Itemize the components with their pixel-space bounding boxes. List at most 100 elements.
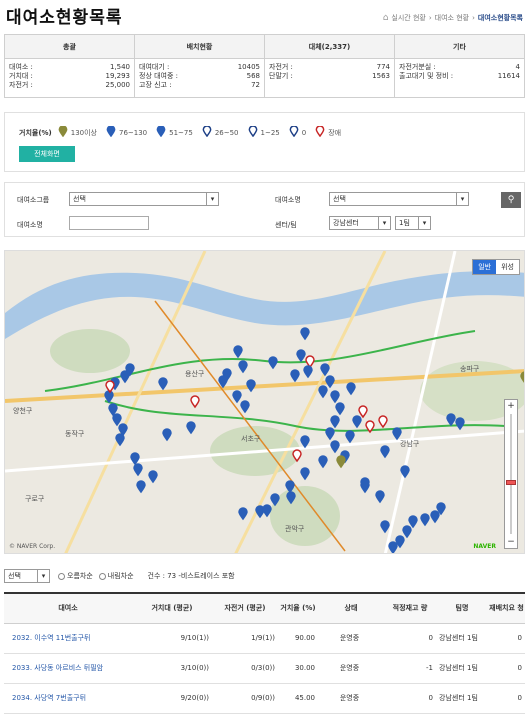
station-marker[interactable]	[240, 400, 250, 414]
station-marker[interactable]	[238, 507, 248, 521]
station-marker[interactable]	[335, 402, 345, 416]
station-marker[interactable]	[375, 490, 385, 504]
table-header[interactable]: 상태	[318, 593, 384, 624]
station-marker[interactable]	[133, 463, 143, 477]
station-marker[interactable]	[148, 470, 158, 484]
station-group-select[interactable]: 선택 ▾	[69, 192, 219, 206]
zoom-control: + −	[504, 399, 518, 549]
station-marker[interactable]	[162, 428, 172, 442]
center-select[interactable]: 강남센터 ▾	[329, 216, 391, 230]
breadcrumb-item[interactable]: 실시간 현황	[391, 13, 425, 23]
station-marker[interactable]	[358, 405, 368, 419]
station-marker[interactable]	[233, 345, 243, 359]
stats-summary-table: 총괄 배치현황 대체(2,337) 기타 대여소 : 1,540 거치대 : 19,…	[4, 34, 525, 98]
station-marker[interactable]	[380, 520, 390, 534]
station-marker[interactable]	[318, 385, 328, 399]
station-marker[interactable]	[455, 417, 465, 431]
station-name-link[interactable]: 2033. 사당동 아르비스 뒤필암	[4, 653, 132, 684]
station-name-link[interactable]: 2034. 사당역 7번출구뒤	[4, 683, 132, 714]
sort-select[interactable]: 선택 ▾	[4, 569, 50, 583]
place-label: 송파구	[460, 364, 480, 373]
zoom-track[interactable]	[510, 414, 512, 534]
table-header[interactable]: 거치율 (%)	[278, 593, 318, 624]
naver-logo: NAVER	[473, 543, 496, 550]
station-marker[interactable]	[296, 349, 306, 363]
station-marker[interactable]	[112, 413, 122, 427]
map-pin-icon	[315, 126, 325, 139]
station-marker[interactable]	[136, 480, 146, 494]
station-marker[interactable]	[402, 525, 412, 539]
station-marker[interactable]	[190, 395, 200, 409]
station-marker[interactable]	[262, 504, 272, 518]
station-marker[interactable]	[325, 375, 335, 389]
table-row[interactable]: 2034. 사당역 7번출구뒤 9/20(0)) 0/9(0)) 45.00 운…	[4, 683, 525, 714]
team-select[interactable]: 1팀 ▾	[395, 216, 431, 230]
station-name-input[interactable]	[69, 216, 149, 230]
table-cell: 0/3(0))	[212, 653, 278, 684]
station-name-link[interactable]: 2032. 이수역 11번출구뒤	[4, 623, 132, 654]
table-cell: 9/10(1))	[132, 623, 212, 654]
table-cell: 운영중	[318, 653, 384, 684]
station-marker[interactable]	[430, 510, 440, 524]
map-type-satellite[interactable]: 위성	[496, 260, 519, 274]
station-marker[interactable]	[318, 455, 328, 469]
map-type-normal[interactable]: 일반	[473, 260, 497, 274]
station-marker[interactable]	[268, 356, 278, 370]
search-button[interactable]: ⚲	[501, 192, 521, 208]
place-label: 동작구	[65, 429, 85, 438]
station-marker[interactable]	[232, 390, 242, 404]
table-row[interactable]: 2033. 사당동 아르비스 뒤필암 3/10(0)) 0/3(0)) 30.0…	[4, 653, 525, 684]
station-marker[interactable]	[345, 430, 355, 444]
station-marker[interactable]	[330, 440, 340, 454]
chevron-down-icon: ▾	[37, 570, 49, 582]
station-marker[interactable]	[158, 377, 168, 391]
park-area	[50, 329, 130, 373]
zoom-in-icon[interactable]: +	[505, 400, 517, 412]
station-marker[interactable]	[186, 421, 196, 435]
station-marker[interactable]	[325, 427, 335, 441]
station-marker[interactable]	[378, 415, 388, 429]
station-marker[interactable]	[408, 515, 418, 529]
station-marker[interactable]	[388, 541, 398, 553]
station-name-select[interactable]: 선택 ▾	[329, 192, 469, 206]
station-marker[interactable]	[108, 403, 118, 417]
breadcrumb-item[interactable]: 대여소 현황	[435, 13, 469, 23]
station-map[interactable]: 용산구 서초구 강남구 관악구 구로구 동작구 송파구 양천구 일반 위성 + …	[4, 250, 525, 554]
station-marker[interactable]	[300, 467, 310, 481]
station-marker[interactable]	[300, 435, 310, 449]
station-marker[interactable]	[330, 390, 340, 404]
table-row[interactable]: 2032. 이수역 11번출구뒤 9/10(1)) 1/9(1)) 90.00 …	[4, 623, 525, 654]
map-pin-icon	[58, 126, 68, 139]
station-marker[interactable]	[238, 360, 248, 374]
station-marker[interactable]	[346, 382, 356, 396]
station-marker[interactable]	[392, 427, 402, 441]
station-marker[interactable]	[300, 327, 310, 341]
station-marker[interactable]	[380, 445, 390, 459]
station-marker[interactable]	[330, 415, 340, 429]
table-header[interactable]: 적정재고 량	[384, 593, 436, 624]
station-marker[interactable]	[360, 480, 370, 494]
zoom-out-icon[interactable]: −	[505, 536, 517, 548]
station-marker[interactable]	[303, 365, 313, 379]
table-header[interactable]: 자전거 (평균)	[212, 593, 278, 624]
station-marker[interactable]	[336, 455, 346, 469]
sort-asc-radio[interactable]: 오름차순	[58, 571, 93, 581]
zoom-handle[interactable]	[506, 480, 516, 485]
table-header[interactable]: 거치대 (평균)	[132, 593, 212, 624]
stat-label: 단말기 :	[269, 72, 293, 80]
table-header[interactable]: 대여소	[4, 593, 132, 624]
fullscreen-button[interactable]: 전체화면	[19, 146, 75, 162]
table-cell: 0	[384, 683, 436, 714]
sort-desc-radio[interactable]: 내림차순	[98, 571, 134, 581]
station-marker[interactable]	[352, 415, 362, 429]
table-header[interactable]: 팀명	[436, 593, 488, 624]
station-marker[interactable]	[218, 375, 228, 389]
table-cell: 운영중	[318, 623, 384, 654]
station-marker[interactable]	[420, 513, 430, 527]
station-marker[interactable]	[290, 369, 300, 383]
station-marker[interactable]	[320, 363, 330, 377]
station-marker[interactable]	[246, 379, 256, 393]
station-marker[interactable]	[446, 413, 456, 427]
table-header[interactable]: 재배치요 청	[488, 593, 525, 624]
station-marker[interactable]	[105, 380, 115, 394]
